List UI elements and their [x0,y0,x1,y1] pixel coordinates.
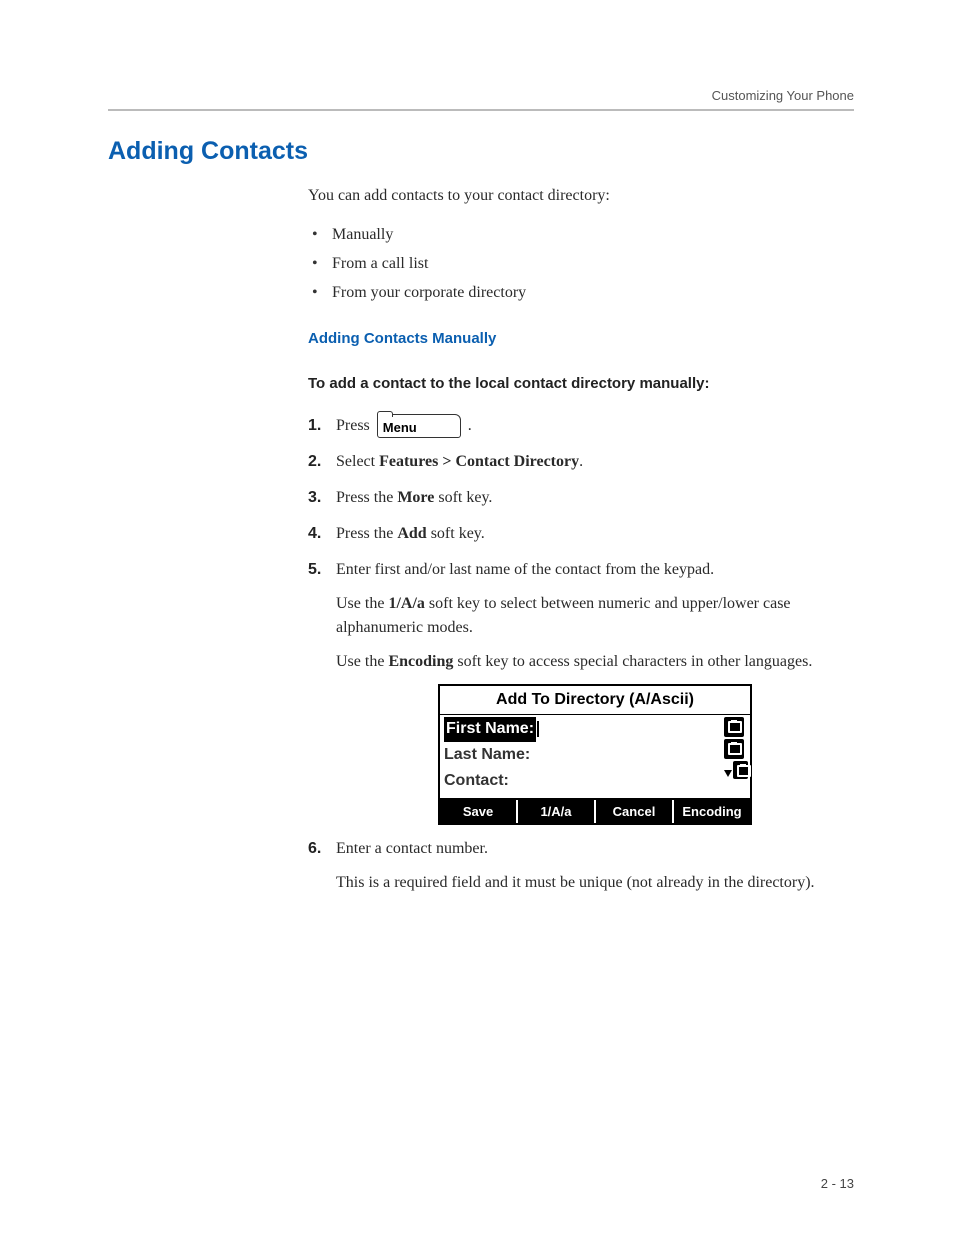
lcd-side-icons [724,715,750,798]
step-text: Press the [336,525,397,542]
lcd-softkey-bar: Save 1/A/a Cancel Encoding [440,798,750,824]
text-cursor-icon [537,721,539,737]
header-rule [108,109,854,111]
softkey-mode: 1/A/a [518,800,596,824]
step-4: Press the Add soft key. [308,522,854,546]
step-text: . [468,417,472,434]
list-item: From your corporate directory [308,279,854,308]
step-text: Use the [336,653,388,670]
lcd-label: First Name: [444,717,536,742]
softkey-name: Add [397,525,426,542]
step-text: . [579,453,583,470]
step-text: Press [336,417,374,434]
page-number: 2 - 13 [821,1176,854,1191]
section-title: Adding Contacts [108,137,854,166]
menu-key-label: Menu [383,418,417,438]
softkey-encoding: Encoding [674,800,750,824]
softkey-cancel: Cancel [596,800,674,824]
step-text: Press the [336,489,397,506]
step-text: soft key. [427,525,485,542]
step-text: soft key to access special characters in… [453,653,812,670]
step-2: Select Features > Contact Directory. [308,450,854,474]
step-text: soft key. [434,489,492,506]
softkey-name: Encoding [388,653,453,670]
list-item: From a call list [308,250,854,279]
step-text: Enter first and/or last name of the cont… [336,558,854,582]
intro-paragraph: You can add contacts to your contact dir… [308,184,854,207]
card-icon [724,739,744,759]
phone-lcd-screenshot: Add To Directory (A/Ascii) First Name: L… [438,684,752,826]
procedure-title: To add a contact to the local contact di… [308,375,854,392]
lcd-field-first-name: First Name: [444,717,720,742]
subsection-title: Adding Contacts Manually [308,330,854,347]
intro-bullet-list: Manually From a call list From your corp… [308,221,854,307]
step-1: Press Menu . [308,414,854,438]
running-header: Customizing Your Phone [108,88,854,103]
lcd-field-contact: Contact: [444,768,720,794]
softkey-name: 1/A/a [388,595,424,612]
step-text: This is a required field and it must be … [336,871,854,895]
procedure-steps: Press Menu . Select Features > Contact D… [308,414,854,896]
step-text: Enter a contact number. [336,837,854,861]
lcd-title: Add To Directory (A/Ascii) [440,686,750,715]
menu-path: Features > Contact Directory [379,453,579,470]
menu-hardkey-icon: Menu [377,414,461,438]
step-6: Enter a contact number. This is a requir… [308,837,854,895]
step-3: Press the More soft key. [308,486,854,510]
step-text: Select [336,453,379,470]
step-text: Use the [336,595,388,612]
lcd-field-last-name: Last Name: [444,742,720,768]
card-icon [733,761,748,779]
step-5: Enter first and/or last name of the cont… [308,558,854,826]
list-item: Manually [308,221,854,250]
down-arrow-icon [724,770,732,777]
softkey-name: More [397,489,434,506]
card-icon [724,717,744,737]
softkey-save: Save [440,800,518,824]
